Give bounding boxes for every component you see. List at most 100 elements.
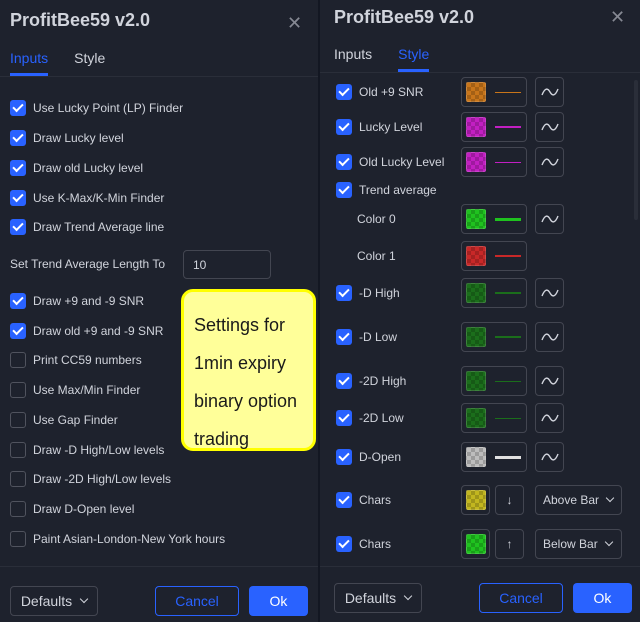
checkbox[interactable] — [336, 373, 352, 389]
ok-button[interactable]: Ok — [249, 586, 308, 616]
checkbox[interactable] — [10, 501, 26, 517]
option-2d-high-low[interactable]: Draw -2D High/Low levels — [10, 471, 171, 487]
trend-length-input[interactable] — [183, 250, 271, 279]
tab-style[interactable]: Style — [74, 44, 105, 76]
checkbox[interactable] — [336, 119, 352, 135]
scrollbar[interactable] — [634, 80, 638, 220]
checkbox[interactable] — [336, 84, 352, 100]
plot-type-button[interactable] — [535, 322, 564, 352]
style-row-old-snr[interactable]: Old +9 SNR — [336, 84, 423, 100]
location-select[interactable]: Below Bar — [535, 529, 622, 559]
checkbox[interactable] — [336, 285, 352, 301]
annotation-line: trading — [194, 429, 250, 449]
checkbox[interactable] — [336, 492, 352, 508]
color-picker-2d-high[interactable] — [461, 366, 527, 396]
checkbox[interactable] — [10, 531, 26, 547]
checkbox[interactable] — [336, 536, 352, 552]
checkbox[interactable] — [336, 154, 352, 170]
checkbox[interactable] — [10, 471, 26, 487]
option-old-lucky-level[interactable]: Draw old Lucky level — [10, 160, 143, 176]
style-row-chars-below[interactable]: Chars — [336, 536, 391, 552]
row-label: D-Open — [359, 450, 402, 464]
footer-divider — [0, 566, 318, 567]
style-row-old-lucky-level[interactable]: Old Lucky Level — [336, 154, 444, 170]
checkbox[interactable] — [10, 190, 26, 206]
color-picker-chars-above[interactable] — [461, 485, 490, 515]
style-row-d-open[interactable]: D-Open — [336, 449, 401, 465]
option-label: Paint Asian-London-New York hours — [33, 532, 226, 546]
checkbox[interactable] — [336, 449, 352, 465]
wave-icon — [540, 215, 559, 223]
option-d-open[interactable]: Draw D-Open level — [10, 501, 134, 517]
color-picker-chars-below[interactable] — [461, 529, 490, 559]
checkbox[interactable] — [10, 100, 26, 116]
style-row-chars-above[interactable]: Chars — [336, 492, 391, 508]
plot-type-button[interactable] — [535, 147, 564, 177]
checkbox[interactable] — [336, 410, 352, 426]
option-max-min[interactable]: Use Max/Min Finder — [10, 382, 140, 398]
plot-type-button[interactable] — [535, 403, 564, 433]
checkbox[interactable] — [336, 182, 352, 198]
line-preview — [495, 380, 521, 382]
style-row-lucky-level[interactable]: Lucky Level — [336, 119, 422, 135]
option-trend-average-line[interactable]: Draw Trend Average line — [10, 219, 164, 235]
style-row-d-high[interactable]: -D High — [336, 285, 400, 301]
option-label: Use K-Max/K-Min Finder — [33, 191, 165, 205]
checkbox[interactable] — [10, 160, 26, 176]
plot-type-button[interactable] — [535, 278, 564, 308]
plot-type-button[interactable] — [535, 204, 564, 234]
tab-bar: Inputs Style — [334, 40, 455, 72]
color-picker-color-0[interactable] — [461, 204, 527, 234]
style-row-2d-high[interactable]: -2D High — [336, 373, 406, 389]
color-picker-color-1[interactable] — [461, 241, 527, 271]
color-picker-lucky-level[interactable] — [461, 112, 527, 142]
option-cc59[interactable]: Print CC59 numbers — [10, 352, 142, 368]
shape-button[interactable]: ↑ — [495, 529, 524, 559]
option-d-high-low[interactable]: Draw -D High/Low levels — [10, 442, 164, 458]
close-icon[interactable]: ✕ — [287, 14, 302, 32]
option-lucky-point[interactable]: Use Lucky Point (LP) Finder — [10, 100, 183, 116]
checkbox[interactable] — [10, 219, 26, 235]
plot-type-button[interactable] — [535, 77, 564, 107]
location-select[interactable]: Above Bar — [535, 485, 622, 515]
color-swatch — [466, 82, 486, 102]
plot-type-button[interactable] — [535, 366, 564, 396]
close-icon[interactable]: ✕ — [610, 8, 625, 26]
style-row-trend-average[interactable]: Trend average — [336, 182, 437, 198]
ok-button[interactable]: Ok — [573, 583, 632, 613]
option-old-snr[interactable]: Draw old +9 and -9 SNR — [10, 323, 163, 339]
checkbox[interactable] — [336, 329, 352, 345]
option-kmax-kmin[interactable]: Use K-Max/K-Min Finder — [10, 190, 164, 206]
option-lucky-level[interactable]: Draw Lucky level — [10, 130, 124, 146]
color-swatch — [466, 209, 486, 229]
checkbox[interactable] — [10, 352, 26, 368]
annotation-note: Settings for 1min expiry binary option t… — [181, 289, 316, 451]
style-row-d-low[interactable]: -D Low — [336, 329, 397, 345]
tab-inputs[interactable]: Inputs — [10, 44, 49, 76]
color-picker-old-snr[interactable] — [461, 77, 527, 107]
color-picker-d-high[interactable] — [461, 278, 527, 308]
tab-inputs[interactable]: Inputs — [334, 40, 372, 72]
option-gap[interactable]: Use Gap Finder — [10, 412, 118, 428]
checkbox[interactable] — [10, 442, 26, 458]
defaults-button[interactable]: Defaults — [334, 583, 422, 613]
color-picker-d-low[interactable] — [461, 322, 527, 352]
checkbox[interactable] — [10, 412, 26, 428]
cancel-button[interactable]: Cancel — [155, 586, 239, 616]
checkbox[interactable] — [10, 293, 26, 309]
option-session-hours[interactable]: Paint Asian-London-New York hours — [10, 531, 225, 547]
shape-button[interactable]: ↓ — [495, 485, 524, 515]
color-picker-d-open[interactable] — [461, 442, 527, 472]
defaults-button[interactable]: Defaults — [10, 586, 98, 616]
style-row-2d-low[interactable]: -2D Low — [336, 410, 404, 426]
checkbox[interactable] — [10, 382, 26, 398]
plot-type-button[interactable] — [535, 112, 564, 142]
plot-type-button[interactable] — [535, 442, 564, 472]
option-snr[interactable]: Draw +9 and -9 SNR — [10, 293, 144, 309]
color-picker-2d-low[interactable] — [461, 403, 527, 433]
color-picker-old-lucky-level[interactable] — [461, 147, 527, 177]
checkbox[interactable] — [10, 323, 26, 339]
checkbox[interactable] — [10, 130, 26, 146]
cancel-button[interactable]: Cancel — [479, 583, 563, 613]
tab-style[interactable]: Style — [398, 40, 430, 72]
